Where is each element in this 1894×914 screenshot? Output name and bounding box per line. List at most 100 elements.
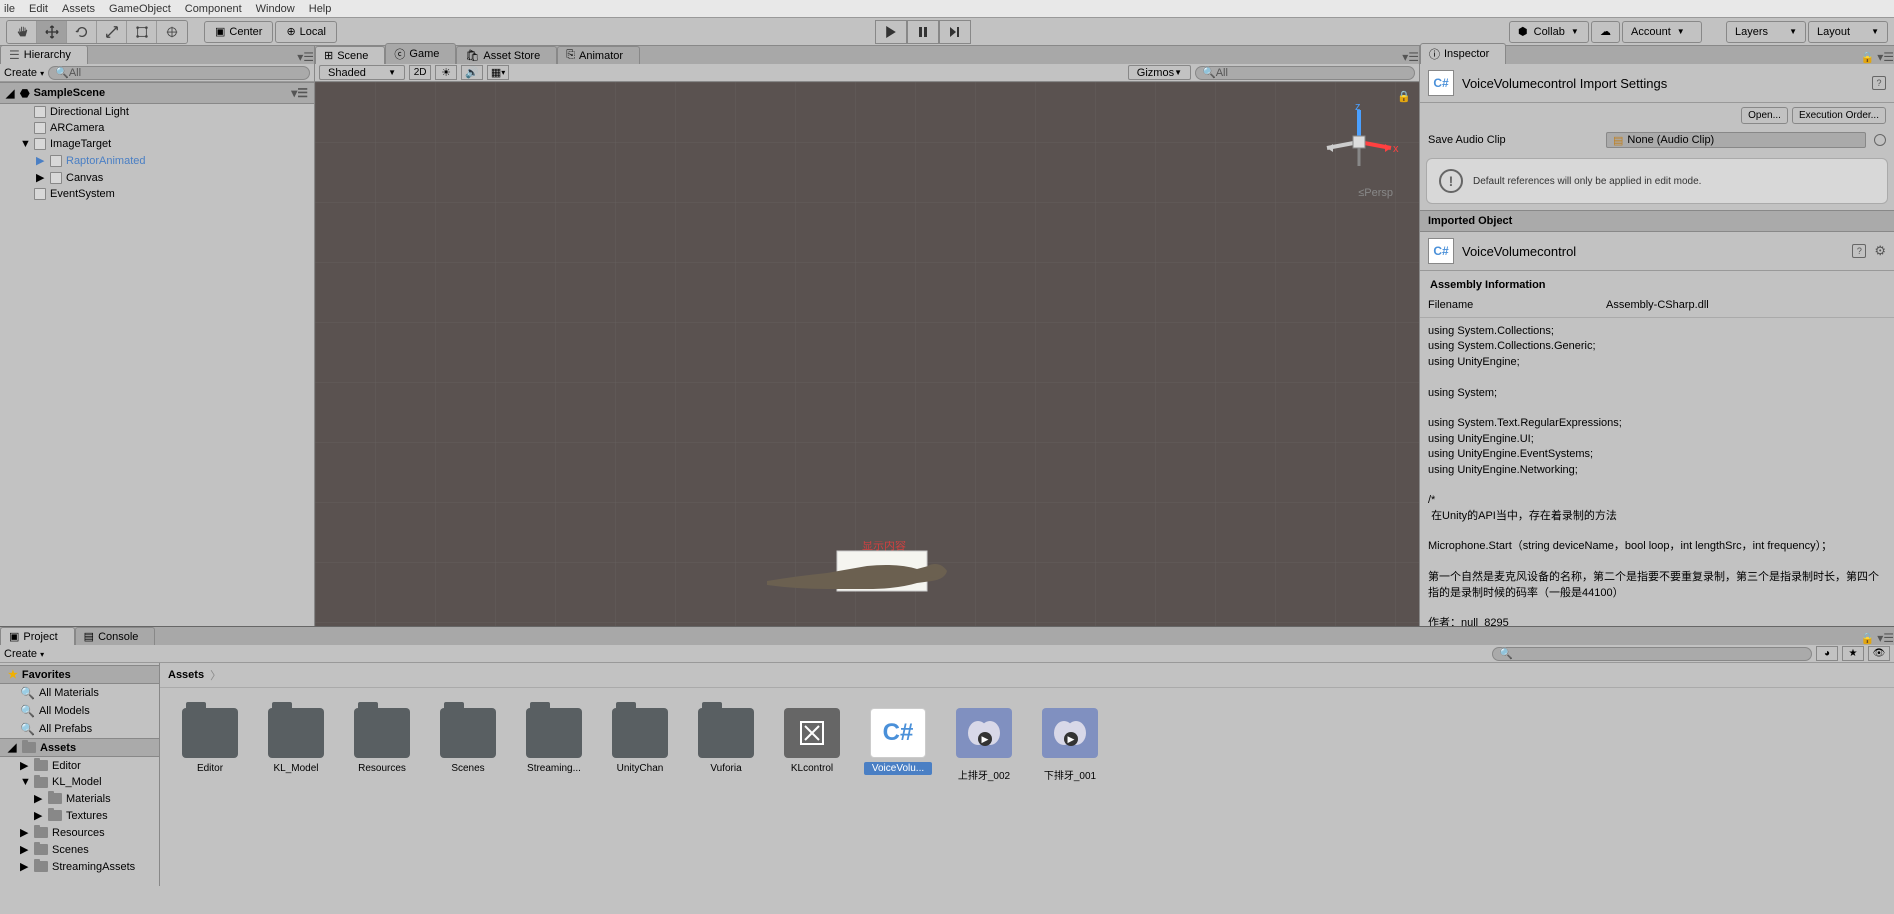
asset-kl-model[interactable]: KL_Model	[262, 708, 330, 775]
help-icon[interactable]: ?	[1872, 76, 1886, 90]
lock-icon[interactable]: 🔒	[1397, 90, 1411, 103]
move-tool[interactable]	[37, 21, 67, 43]
menu-edit[interactable]: Edit	[29, 3, 48, 15]
asset-vuforia[interactable]: Vuforia	[692, 708, 760, 775]
hand-tool[interactable]	[7, 21, 37, 43]
perspective-label[interactable]: ≤Persp	[1358, 187, 1393, 199]
cloud-button[interactable]: ☁	[1591, 21, 1620, 43]
transform-tool[interactable]	[157, 21, 187, 43]
menu-assets[interactable]: Assets	[62, 3, 95, 15]
asset-klcontrol[interactable]: KLcontrol	[778, 708, 846, 775]
tree-item-scenes[interactable]: ▶Scenes	[0, 841, 159, 858]
hierarchy-tab[interactable]: ☰Hierarchy	[0, 45, 88, 64]
hierarchy-item-canvas[interactable]: ▶Canvas	[0, 169, 314, 186]
account-dropdown[interactable]: Account▼	[1622, 21, 1702, 43]
tab-asset-store[interactable]: 🛍Asset Store	[456, 46, 557, 64]
scene-header[interactable]: ◢ ⬣ SampleScene ▾☰	[0, 82, 314, 104]
foldout-icon: ▶	[20, 860, 30, 873]
hierarchy-item-raptoranimated[interactable]: ▶RaptorAnimated	[0, 152, 314, 169]
inspector-tab[interactable]: ⓘInspector	[1420, 43, 1506, 64]
tab-animator[interactable]: ⎘Animator	[557, 46, 640, 64]
scene-viewport[interactable]: 🔒 z x ≤Persp 显示内容	[315, 82, 1419, 626]
tree-item-kl_model[interactable]: ▼KL_Model	[0, 774, 159, 790]
tree-item-textures[interactable]: ▶Textures	[0, 807, 159, 824]
lock-icon[interactable]: 🔒	[1860, 632, 1874, 645]
gear-icon[interactable]: ⚙	[1874, 243, 1886, 259]
favorites-header[interactable]: ★Favorites	[0, 665, 159, 684]
filter-button[interactable]: ◕	[1816, 646, 1838, 661]
asset-editor[interactable]: Editor	[176, 708, 244, 775]
breadcrumb[interactable]: Assets〉	[160, 663, 1894, 688]
panel-menu-icon[interactable]: ▾☰	[1877, 631, 1894, 645]
scene-search[interactable]: 🔍All	[1195, 66, 1415, 80]
menu-window[interactable]: Window	[256, 3, 295, 15]
tab-scene[interactable]: ⊞Scene	[315, 46, 385, 64]
menu-gameobject[interactable]: GameObject	[109, 3, 171, 15]
step-button[interactable]	[939, 20, 971, 44]
tree-item-materials[interactable]: ▶Materials	[0, 790, 159, 807]
fav-all-materials[interactable]: 🔍All Materials	[0, 684, 159, 702]
audio-clip-field[interactable]: ▤None (Audio Clip)	[1606, 132, 1866, 148]
panel-menu-icon[interactable]: ▾☰	[1402, 50, 1419, 64]
hierarchy-item-directional-light[interactable]: Directional Light	[0, 104, 314, 120]
hierarchy-item-eventsystem[interactable]: EventSystem	[0, 186, 314, 202]
fav-all-prefabs[interactable]: 🔍All Prefabs	[0, 720, 159, 738]
fav-filter-button[interactable]: ★	[1842, 646, 1864, 661]
fx-icon: ▦	[491, 66, 501, 79]
collab-dropdown[interactable]: ⬢Collab▼	[1509, 21, 1589, 43]
scene-menu-icon[interactable]: ▾☰	[291, 86, 308, 100]
2d-toggle[interactable]: 2D	[409, 65, 431, 80]
scale-tool[interactable]	[97, 21, 127, 43]
audio-toggle[interactable]: 🔊	[461, 65, 483, 80]
execution-order-button[interactable]: Execution Order...	[1792, 107, 1886, 124]
object-picker-button[interactable]	[1874, 134, 1886, 146]
play-button[interactable]	[875, 20, 907, 44]
project-tab[interactable]: ▣Project	[0, 627, 75, 645]
tree-item-resources[interactable]: ▶Resources	[0, 824, 159, 841]
panel-menu-icon[interactable]: ▾☰	[1877, 50, 1894, 64]
asset-unitychan[interactable]: UnityChan	[606, 708, 674, 775]
asset--001[interactable]: ▶下排牙_001	[1036, 708, 1104, 783]
create-dropdown[interactable]: Create ▾	[4, 648, 44, 660]
open-button[interactable]: Open...	[1741, 107, 1788, 124]
hierarchy-item-arcamera[interactable]: ARCamera	[0, 120, 314, 136]
asset-resources[interactable]: Resources	[348, 708, 416, 775]
hierarchy-search[interactable]: 🔍All	[48, 66, 310, 80]
menu-help[interactable]: Help	[309, 3, 332, 15]
menu-file[interactable]: ile	[4, 3, 15, 15]
lighting-toggle[interactable]: ☀	[435, 65, 457, 80]
console-tab[interactable]: ▤Console	[75, 627, 156, 645]
rect-tool[interactable]	[127, 21, 157, 43]
create-dropdown[interactable]: Create ▾	[4, 67, 44, 79]
asset-voicevolu-[interactable]: C#VoiceVolu...	[864, 708, 932, 775]
pause-button[interactable]	[907, 20, 939, 44]
asset-streaming-[interactable]: Streaming...	[520, 708, 588, 775]
menu-component[interactable]: Component	[185, 3, 242, 15]
cloud-icon: ☁	[1600, 25, 1611, 38]
scene-object-raptor[interactable]: 显示内容	[757, 541, 977, 596]
gizmos-dropdown[interactable]: Gizmos ▼	[1128, 65, 1191, 80]
lock-icon[interactable]: 🔒	[1860, 51, 1874, 64]
assets-header[interactable]: ◢Assets	[0, 738, 159, 757]
fx-toggle[interactable]: ▦▾	[487, 65, 509, 80]
hierarchy-item-imagetarget[interactable]: ▼ImageTarget	[0, 136, 314, 152]
help-icon[interactable]: ?	[1852, 244, 1866, 258]
fav-all-models[interactable]: 🔍All Models	[0, 702, 159, 720]
tree-item-streamingassets[interactable]: ▶StreamingAssets	[0, 858, 159, 875]
asset-scenes[interactable]: Scenes	[434, 708, 502, 775]
shading-mode-dropdown[interactable]: Shaded ▼	[319, 65, 405, 80]
tab-game[interactable]: ⓒGame	[385, 43, 456, 64]
layout-dropdown[interactable]: Layout▼	[1808, 21, 1888, 43]
panel-menu-icon[interactable]: ▾☰	[297, 50, 314, 64]
asset-label: Scenes	[434, 762, 502, 775]
project-search[interactable]: 🔍	[1492, 647, 1812, 661]
orientation-gizmo[interactable]: z x	[1319, 102, 1399, 182]
console-icon: ▤	[84, 630, 94, 643]
pivot-center-button[interactable]: ▣ Center	[204, 21, 273, 43]
tree-item-editor[interactable]: ▶Editor	[0, 757, 159, 774]
rotate-tool[interactable]	[67, 21, 97, 43]
layers-dropdown[interactable]: Layers▼	[1726, 21, 1806, 43]
asset--002[interactable]: ▶上排牙_002	[950, 708, 1018, 783]
hidden-button[interactable]: 👁	[1868, 646, 1890, 661]
pivot-local-button[interactable]: ⊕ Local	[275, 21, 337, 43]
